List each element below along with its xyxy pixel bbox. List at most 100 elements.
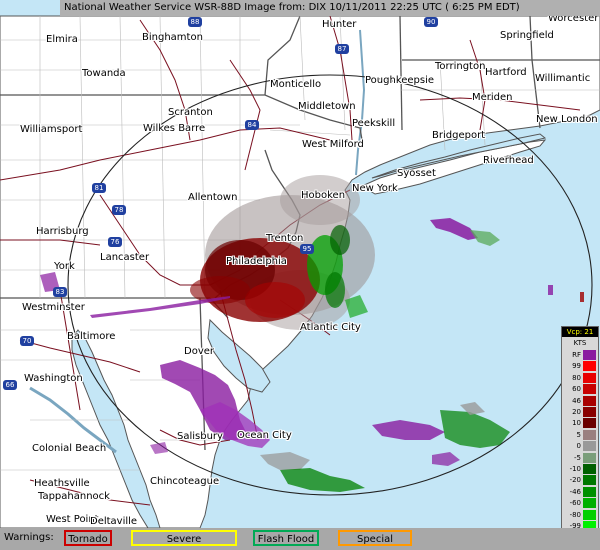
- warnings-bar: Warnings: Tornado Severe Thunderstorm Fl…: [0, 528, 600, 550]
- interstate-66-shield: 66: [5, 381, 15, 389]
- legend-swatch: [583, 361, 596, 372]
- city-colonial-beach: Colonial Beach: [32, 443, 107, 454]
- city-hoboken: Hoboken: [301, 190, 346, 201]
- legend-row-label: -5: [574, 453, 581, 462]
- city-deltaville: Deltaville: [90, 516, 138, 527]
- legend-swatch: [583, 407, 596, 417]
- city-new-york: New York: [352, 183, 398, 194]
- city-hartford: Hartford: [485, 67, 527, 78]
- legend-row: -5: [562, 452, 598, 464]
- interstate-88-shield: 88: [190, 18, 200, 26]
- interstate-76-shield: 76: [110, 238, 120, 246]
- interstate-70-shield: 70: [22, 337, 32, 345]
- velocity-legend: Vcp: 21 KTS RF 99 80 60 46 20 10 5 0 -5 -10 -20 -46 -…: [561, 326, 599, 544]
- legend-swatch: [583, 498, 596, 509]
- city-meriden: Meriden: [472, 92, 513, 103]
- legend-row: 10: [562, 418, 598, 429]
- legend-row: 99: [562, 361, 598, 372]
- interstate-87-shield: 87: [337, 45, 347, 53]
- city-westminster: Westminster: [22, 302, 85, 313]
- legend-row: -46: [562, 486, 598, 498]
- city-towanda: Towanda: [82, 68, 126, 79]
- legend-swatch: [583, 464, 596, 474]
- legend-row: 5: [562, 429, 598, 441]
- legend-row-label: -10: [569, 465, 581, 473]
- warning-special-marine-button[interactable]: Special Marine: [338, 530, 412, 546]
- legend-swatch: [583, 395, 596, 406]
- city-binghamton: Binghamton: [142, 32, 203, 43]
- city-scranton: Scranton: [168, 107, 213, 118]
- city-springfield: Springfield: [500, 30, 554, 41]
- city-monticello: Monticello: [270, 79, 322, 90]
- warning-tornado-button[interactable]: Tornado: [64, 530, 112, 546]
- legend-row-label: 5: [576, 430, 581, 439]
- city-trenton: Trenton: [266, 233, 304, 244]
- legend-row: -60: [562, 498, 598, 509]
- legend-row: 46: [562, 395, 598, 407]
- legend-row: 0: [562, 441, 598, 452]
- legend-row: -10: [562, 464, 598, 475]
- legend-row: -20: [562, 475, 598, 486]
- radar-window: 88 90 87 84 81 78 76 95 83 70 66 Elmira …: [0, 0, 600, 550]
- city-york: York: [54, 261, 75, 272]
- legend-row: 20: [562, 407, 598, 418]
- city-peekskill: Peekskill: [352, 118, 396, 129]
- city-baltimore: Baltimore: [67, 331, 116, 342]
- interstate-83-shield: 83: [55, 288, 65, 296]
- legend-row: -80: [562, 509, 598, 521]
- city-salisbury: Salisbury: [177, 431, 223, 442]
- warning-flash-flood-button[interactable]: Flash Flood: [253, 530, 319, 546]
- city-heathsville: Heathsville: [34, 478, 90, 489]
- interstate-78-shield: 78: [114, 206, 124, 214]
- legend-row-label: 99: [572, 362, 581, 371]
- city-ocean-city: Ocean City: [237, 430, 292, 441]
- city-riverhead: Riverhead: [483, 155, 534, 166]
- legend-row-label: 60: [572, 385, 581, 394]
- legend-row: 80: [562, 372, 598, 384]
- legend-swatch: [583, 452, 596, 463]
- city-elmira: Elmira: [46, 34, 78, 45]
- vcp-label: Vcp: 21: [562, 327, 598, 337]
- legend-row-label: 10: [572, 419, 581, 428]
- city-new-london: New London: [536, 114, 598, 125]
- legend-row-label: 80: [572, 373, 581, 382]
- legend-row-label: 20: [572, 408, 581, 416]
- warning-severe-thunderstorm-button[interactable]: Severe Thunderstorm: [131, 530, 237, 546]
- legend-swatch: [583, 372, 596, 383]
- legend-row-label: -46: [569, 487, 581, 496]
- interstate-90-shield: 90: [426, 18, 436, 26]
- city-chincoteague: Chincoteague: [150, 476, 220, 487]
- city-harrisburg: Harrisburg: [36, 226, 89, 237]
- legend-row-label: -80: [569, 510, 581, 519]
- legend-row: RF: [562, 350, 598, 361]
- legend-row: 60: [562, 384, 598, 395]
- legend-row-label: RF: [572, 351, 581, 359]
- city-bridgeport: Bridgeport: [432, 130, 486, 141]
- city-allentown: Allentown: [188, 192, 238, 203]
- legend-swatch: [583, 384, 596, 395]
- city-tappahannock: Tappahannock: [38, 491, 110, 502]
- city-philadelphia: Philadelphia: [226, 256, 287, 267]
- city-dover: Dover: [184, 346, 214, 357]
- radar-image-title: National Weather Service WSR-88D Image f…: [60, 0, 600, 16]
- city-syosset: Syosset: [397, 168, 436, 179]
- legend-swatch: [583, 429, 596, 440]
- interstate-81-shield: 81: [94, 184, 104, 192]
- legend-row-label: 46: [572, 396, 581, 405]
- legend-swatch: [583, 350, 596, 360]
- legend-swatch: [583, 441, 596, 452]
- legend-swatch: [583, 475, 596, 486]
- city-washington: Washington: [24, 373, 83, 384]
- city-atlantic-city: Atlantic City: [300, 322, 361, 333]
- city-torrington: Torrington: [435, 61, 486, 72]
- interstate-84-shield: 84: [247, 121, 257, 129]
- legend-unit: KTS: [573, 339, 587, 347]
- warnings-label: Warnings:: [4, 532, 54, 543]
- city-lancaster: Lancaster: [100, 252, 150, 263]
- city-poughkeepsie: Poughkeepsie: [365, 75, 435, 86]
- city-hunter: Hunter: [322, 19, 357, 30]
- legend-swatch: [583, 486, 596, 497]
- legend-swatch: [583, 509, 596, 520]
- city-williamsport: Williamsport: [20, 124, 83, 135]
- city-middletown: Middletown: [298, 101, 356, 112]
